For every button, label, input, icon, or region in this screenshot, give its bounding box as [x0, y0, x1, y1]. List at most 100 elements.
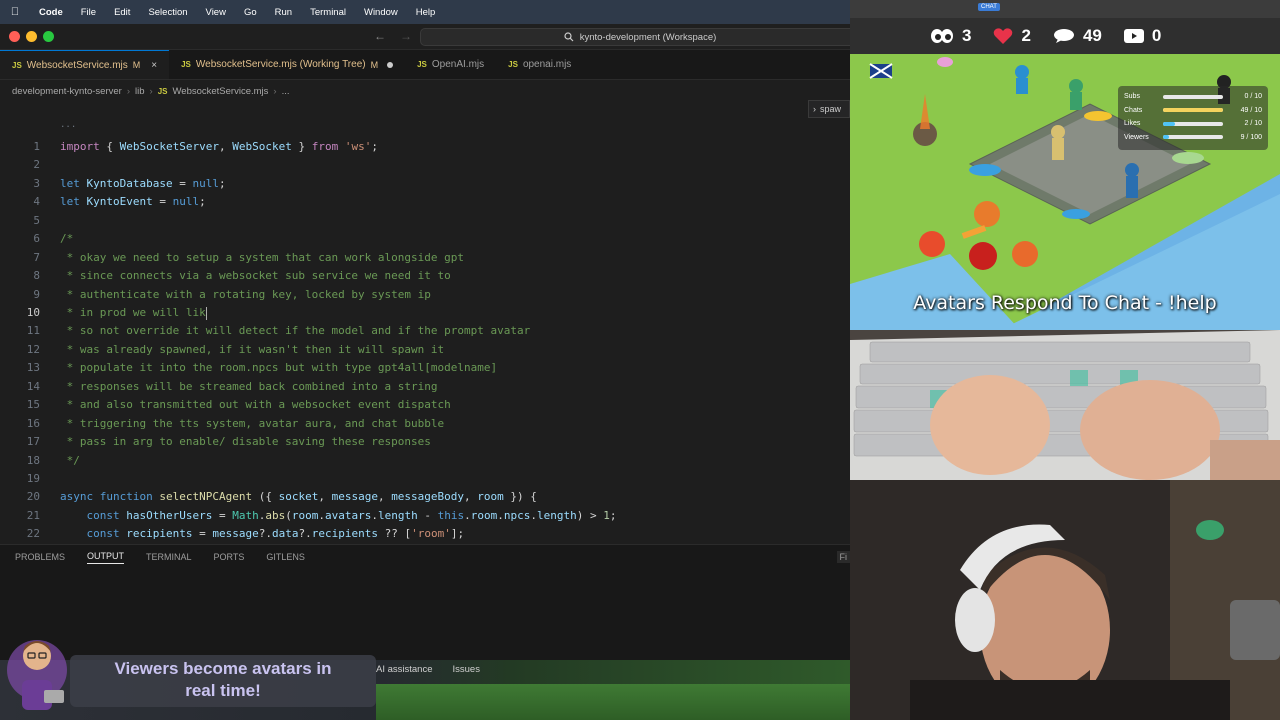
code-line: * was already spawned, if it wasn't then… — [60, 343, 445, 356]
code-line: * since connects via a websocket sub ser… — [60, 269, 451, 282]
js-file-icon: JS — [508, 60, 518, 69]
videos-count: 0 — [1151, 26, 1162, 45]
nav-arrows: ← → — [374, 29, 412, 43]
progress-row-likes: Likes 2 / 10 — [1124, 117, 1262, 131]
mascot-avatar — [7, 640, 67, 710]
macos-menubar:  Code File Edit Selection View Go Run T… — [0, 0, 850, 24]
breadcrumb: development-kynto-server › lib › JS Webs… — [0, 80, 850, 102]
line-number: 9 — [33, 288, 40, 301]
close-window-button[interactable] — [9, 31, 20, 42]
line-number: 1 — [33, 140, 40, 153]
zoom-window-button[interactable] — [43, 31, 54, 42]
menu-help[interactable]: Help — [407, 7, 445, 18]
tab-label: openai.mjs — [522, 59, 572, 70]
command-center-search[interactable]: kynto-development (Workspace) — [420, 28, 850, 46]
suggestion-widget[interactable]: › spaw — [808, 100, 850, 118]
ai-assistance-item[interactable]: AI assistance — [376, 664, 433, 675]
modified-badge: M — [370, 59, 379, 70]
menu-go[interactable]: Go — [235, 7, 266, 18]
js-file-icon: JS — [157, 86, 168, 96]
back-arrow-icon[interactable]: ← — [374, 29, 386, 43]
obs-top-bar: CHAT — [850, 0, 1280, 18]
viewers-stat: 3 — [930, 26, 971, 46]
code-line: * so not override it will detect if the … — [60, 324, 531, 337]
stream-stats: 3 2 49 0 — [850, 18, 1280, 54]
code-line: * triggering the tts system, avatar aura… — [60, 417, 445, 430]
progress-track — [1163, 135, 1223, 140]
tab-label: WebsocketService.mjs — [26, 59, 128, 71]
videos-stat: 0 — [1123, 26, 1162, 46]
tab-websocketservice-working-tree[interactable]: JS WebsocketService.mjs (Working Tree) M — [169, 50, 405, 79]
tab-output[interactable]: OUTPUT — [87, 551, 125, 564]
tab-problems[interactable]: PROBLEMS — [15, 552, 65, 562]
line-number: 10 — [26, 306, 40, 319]
code-line: * and also transmitted out with a websoc… — [60, 398, 451, 411]
menu-file[interactable]: File — [72, 7, 105, 18]
menu-edit[interactable]: Edit — [105, 7, 139, 18]
eyes-icon — [931, 29, 953, 43]
line-number: 11 — [26, 324, 40, 337]
tab-ports[interactable]: PORTS — [214, 552, 245, 562]
line-number: 15 — [26, 398, 40, 411]
progress-label: Likes — [1124, 120, 1141, 128]
line-number: 3 — [33, 177, 40, 190]
progress-track — [1163, 121, 1223, 126]
js-file-icon: JS — [417, 60, 427, 69]
viewers-count: 3 — [962, 26, 972, 45]
banner-line-2: real time! — [185, 681, 261, 700]
line-number: 22 — [26, 527, 40, 540]
close-tab-icon[interactable]: × — [151, 60, 157, 71]
progress-fill — [1163, 135, 1169, 140]
progress-track — [1163, 94, 1223, 99]
breadcrumb-item[interactable]: development-kynto-server — [12, 86, 122, 97]
menu-selection[interactable]: Selection — [139, 7, 196, 18]
hearts-count: 2 — [1021, 26, 1031, 45]
bottom-panel: PROBLEMS OUTPUT TERMINAL PORTS GITLENS F… — [0, 544, 850, 660]
issues-item[interactable]: Issues — [453, 664, 480, 675]
modified-badge: M — [132, 60, 141, 70]
tab-gitlens[interactable]: GITLENS — [266, 552, 305, 562]
breadcrumb-item[interactable]: lib — [135, 86, 145, 97]
tab-openai[interactable]: JS OpenAI.mjs — [405, 50, 496, 79]
menu-view[interactable]: View — [197, 7, 235, 18]
breadcrumb-item[interactable]: ... — [282, 86, 290, 97]
line-number: 12 — [26, 343, 40, 356]
face-camera — [850, 480, 1280, 720]
suggestion-label: spaw — [820, 104, 842, 114]
minimize-window-button[interactable] — [26, 31, 37, 42]
forward-arrow-icon[interactable]: → — [400, 29, 412, 43]
progress-track — [1163, 108, 1223, 113]
code-line: let KyntoEvent = null; — [60, 195, 206, 208]
menu-terminal[interactable]: Terminal — [301, 7, 355, 18]
keyboard-camera — [850, 330, 1280, 480]
code-line: const hasOtherUsers = Math.abs(room.avat… — [86, 509, 617, 522]
line-number: 20 — [26, 490, 40, 503]
panel-tabs: PROBLEMS OUTPUT TERMINAL PORTS GITLENS — [0, 545, 850, 569]
menu-run[interactable]: Run — [266, 7, 301, 18]
viewers-banner: Viewers become avatars in real time! — [70, 655, 376, 707]
breadcrumb-item[interactable]: WebsocketService.mjs — [172, 86, 268, 97]
apple-icon[interactable]:  — [0, 6, 30, 18]
chats-stat: 49 — [1053, 26, 1102, 46]
tab-websocketservice[interactable]: JS WebsocketService.mjs M × — [0, 50, 170, 79]
status-items: AI assistance Issues — [376, 664, 480, 675]
code-line: /* — [60, 232, 74, 245]
output-filter-dropdown[interactable]: Fi — [836, 551, 850, 563]
menu-app-name[interactable]: Code — [30, 7, 72, 18]
tab-terminal[interactable]: TERMINAL — [146, 552, 192, 562]
code-line: * okay we need to setup a system that ca… — [60, 251, 464, 264]
hearts-stat: 2 — [993, 26, 1031, 46]
background-grass — [376, 684, 850, 720]
progress-fill — [1163, 108, 1223, 113]
progress-value: 2 / 10 — [1244, 120, 1263, 128]
progress-value: 9 / 100 — [1240, 133, 1263, 141]
stream-caption: Avatars Respond To Chat - !help — [913, 292, 1217, 314]
unsaved-dot-icon — [387, 61, 394, 68]
tab-openai-lower[interactable]: JS openai.mjs — [496, 50, 583, 79]
code-editor[interactable]: ... 1 import { WebSocketServer, WebSocke… — [0, 120, 850, 544]
goals-progress-panel: Subs 0 / 10 Chats 49 / 10 Likes 2 / 10 V… — [1118, 86, 1268, 150]
code-line: * pass in arg to enable/ disable saving … — [60, 435, 431, 448]
chat-bubble-icon — [1053, 29, 1074, 43]
text-cursor — [205, 306, 207, 320]
menu-window[interactable]: Window — [355, 7, 407, 18]
